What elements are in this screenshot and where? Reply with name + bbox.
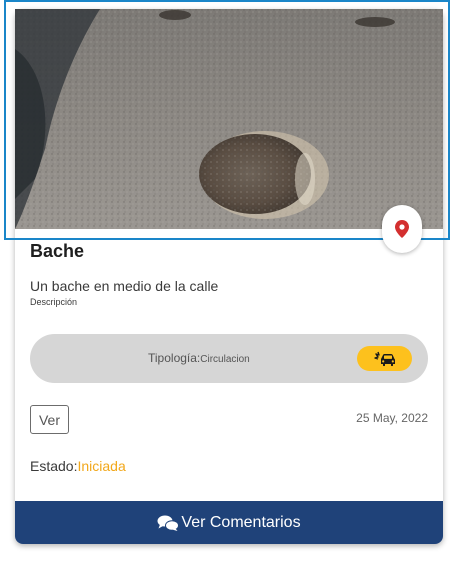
car-crash-icon [373,351,395,366]
report-description: Un bache en medio de la calle [30,278,219,294]
report-title: Bache [30,241,85,261]
status-value: Iniciada [77,458,126,474]
report-date: 25 May, 2022 [356,411,428,425]
pothole-photo[interactable] [15,9,443,229]
view-comments-button[interactable]: Ver Comentarios [15,501,443,544]
map-location-button[interactable] [382,205,422,253]
view-comments-label: Ver Comentarios [181,513,301,531]
status-line: Estado:Iniciada [30,458,126,474]
status-label: Estado: [30,458,78,474]
comments-icon [157,515,180,531]
tipologia-badge [357,346,412,371]
map-pin-icon [395,220,409,238]
tipologia-value: Circulacion [200,354,250,365]
view-button[interactable]: Ver [30,405,69,434]
tipologia-bar: Tipología:Circulacion [30,334,428,383]
tipologia-text: Tipología:Circulacion [148,351,250,365]
pothole-photo-graphic [15,9,443,229]
description-label: Descripción [30,297,78,307]
tipologia-label: Tipología: [148,351,201,365]
